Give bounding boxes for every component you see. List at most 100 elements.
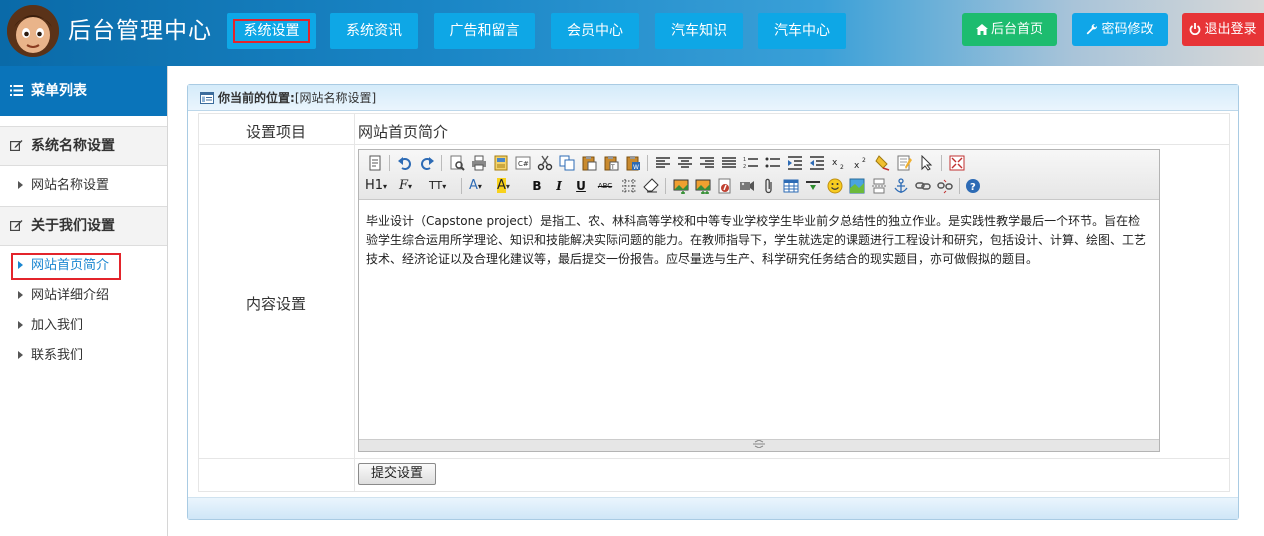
align-left-icon[interactable] xyxy=(655,155,671,171)
item-label: 网站名称设置 xyxy=(31,178,110,193)
justify-icon[interactable] xyxy=(721,155,737,171)
breadcrumb: 你当前的位置:[网站名称设置] xyxy=(188,85,1238,111)
heading-dropdown[interactable]: H1▾ xyxy=(365,178,391,194)
nav-ads-messages[interactable]: 广告和留言 xyxy=(434,13,535,49)
redo-icon[interactable] xyxy=(419,155,435,171)
highlight-icon[interactable]: A▾ xyxy=(497,178,521,194)
flash-icon[interactable] xyxy=(717,178,733,194)
help-icon[interactable]: ? xyxy=(965,178,981,194)
sidebar-item-home-intro[interactable]: 网站首页简介 xyxy=(0,251,167,281)
group-title: 关于我们设置 xyxy=(31,218,115,234)
undo-icon[interactable] xyxy=(397,155,413,171)
emoticon-icon[interactable] xyxy=(827,178,843,194)
table-icon[interactable] xyxy=(783,178,799,194)
align-right-icon[interactable] xyxy=(699,155,715,171)
nav-system-settings[interactable]: 系统设置 xyxy=(227,13,316,49)
main-area: 你当前的位置:[网站名称设置] 设置项目 网站首页简介 内容设置 C# T W … xyxy=(169,66,1264,536)
print-icon[interactable] xyxy=(471,155,487,171)
sidebar-item-join-us[interactable]: 加入我们 xyxy=(0,311,167,341)
multi-image-icon[interactable] xyxy=(695,178,711,194)
font-color-icon[interactable]: A▾ xyxy=(469,178,493,194)
cut-icon[interactable] xyxy=(537,155,553,171)
svg-text:C#: C# xyxy=(518,160,529,168)
subscript-icon[interactable]: x2 xyxy=(831,155,847,171)
svg-text:?: ? xyxy=(970,182,976,193)
submit-settings-button[interactable]: 提交设置 xyxy=(358,463,436,485)
svg-text:x: x xyxy=(832,158,838,168)
unlink-icon[interactable] xyxy=(937,178,953,194)
avatar xyxy=(7,5,59,57)
font-size-dropdown[interactable]: TT▾ xyxy=(429,178,455,194)
resize-grip-icon xyxy=(753,439,765,449)
anchor-icon[interactable] xyxy=(893,178,909,194)
outdent-icon[interactable] xyxy=(809,155,825,171)
caret-right-icon xyxy=(18,181,23,189)
unordered-list-icon[interactable] xyxy=(765,155,781,171)
divider xyxy=(198,113,199,491)
preview-icon[interactable] xyxy=(449,155,465,171)
change-password-button[interactable]: 密码修改 xyxy=(1072,13,1168,46)
svg-text:1: 1 xyxy=(743,157,746,163)
line-height-icon[interactable] xyxy=(621,178,637,194)
nav-label: 会员中心 xyxy=(567,23,623,39)
list-icon xyxy=(10,85,23,96)
divider xyxy=(198,113,1230,114)
select-all-icon[interactable] xyxy=(897,155,913,171)
cursor-icon[interactable] xyxy=(919,155,935,171)
nav-car-knowledge[interactable]: 汽车知识 xyxy=(655,13,743,49)
clear-format-icon[interactable] xyxy=(875,155,891,171)
row-value-setting-item: 网站首页简介 xyxy=(358,123,449,141)
group-system-name[interactable]: 系统名称设置 xyxy=(0,126,167,166)
code-icon[interactable]: C# xyxy=(515,155,531,171)
nav-member-center[interactable]: 会员中心 xyxy=(551,13,639,49)
svg-text:x: x xyxy=(854,161,860,171)
sidebar-item-detail-intro[interactable]: 网站详细介绍 xyxy=(0,281,167,311)
bold-icon[interactable]: B xyxy=(529,178,545,194)
attachment-icon[interactable] xyxy=(761,178,777,194)
sidebar-item-contact-us[interactable]: 联系我们 xyxy=(0,341,167,371)
template-icon[interactable] xyxy=(493,155,509,171)
remove-format-icon[interactable] xyxy=(643,178,659,194)
image-icon[interactable] xyxy=(673,178,689,194)
svg-text:W: W xyxy=(633,164,639,171)
link-icon[interactable] xyxy=(915,178,931,194)
indent-icon[interactable] xyxy=(787,155,803,171)
heading-label: H1 xyxy=(365,178,384,193)
nav-label: 广告和留言 xyxy=(449,23,520,39)
sidebar-item-site-name[interactable]: 网站名称设置 xyxy=(0,171,167,201)
svg-text:2: 2 xyxy=(743,164,746,170)
group-about-us[interactable]: 关于我们设置 xyxy=(0,206,167,246)
copy-icon[interactable] xyxy=(559,155,575,171)
strikethrough-icon[interactable]: ABC xyxy=(595,178,615,194)
ordered-list-icon[interactable]: 12 xyxy=(743,155,759,171)
paste-word-icon[interactable]: W xyxy=(625,155,641,171)
admin-home-button[interactable]: 后台首页 xyxy=(962,13,1057,46)
button-label: 密码修改 xyxy=(1101,22,1154,37)
logout-button[interactable]: 退出登录 xyxy=(1182,13,1264,46)
nav-car-center[interactable]: 汽车中心 xyxy=(758,13,846,49)
font-family-dropdown[interactable]: F▾ xyxy=(399,178,423,194)
location-value: [网站名称设置] xyxy=(294,91,377,105)
underline-icon[interactable]: U xyxy=(573,178,589,194)
nav-label: 汽车中心 xyxy=(774,23,830,39)
brand-title: 后台管理中心 xyxy=(68,18,212,44)
edit-icon xyxy=(10,140,23,152)
rich-text-editor[interactable]: C# T W 12 x2 x2 H1▾ F▾ TT▾ A▾ A▾ B I U A… xyxy=(358,149,1160,452)
settings-panel: 你当前的位置:[网站名称设置] 设置项目 网站首页简介 内容设置 C# T W … xyxy=(187,84,1239,520)
hr-icon[interactable] xyxy=(805,178,821,194)
media-icon[interactable] xyxy=(739,178,755,194)
align-center-icon[interactable] xyxy=(677,155,693,171)
baidu-map-icon[interactable] xyxy=(849,178,865,194)
paste-icon[interactable] xyxy=(581,155,597,171)
paste-text-icon[interactable]: T xyxy=(603,155,619,171)
divider xyxy=(354,113,355,491)
nav-system-news[interactable]: 系统资讯 xyxy=(330,13,418,49)
source-icon[interactable] xyxy=(367,155,383,171)
pagebreak-icon[interactable] xyxy=(871,178,887,194)
editor-resize-handle[interactable] xyxy=(359,439,1159,451)
fullscreen-icon[interactable] xyxy=(949,155,965,171)
superscript-icon[interactable]: x2 xyxy=(853,155,869,171)
editor-content[interactable]: 毕业设计（Capstone project）是指工、农、林科高等学校和中等专业学… xyxy=(359,200,1159,281)
italic-icon[interactable]: I xyxy=(551,178,567,194)
top-header: 后台管理中心 系统设置 系统资讯 广告和留言 会员中心 汽车知识 汽车中心 后台… xyxy=(0,0,1264,66)
